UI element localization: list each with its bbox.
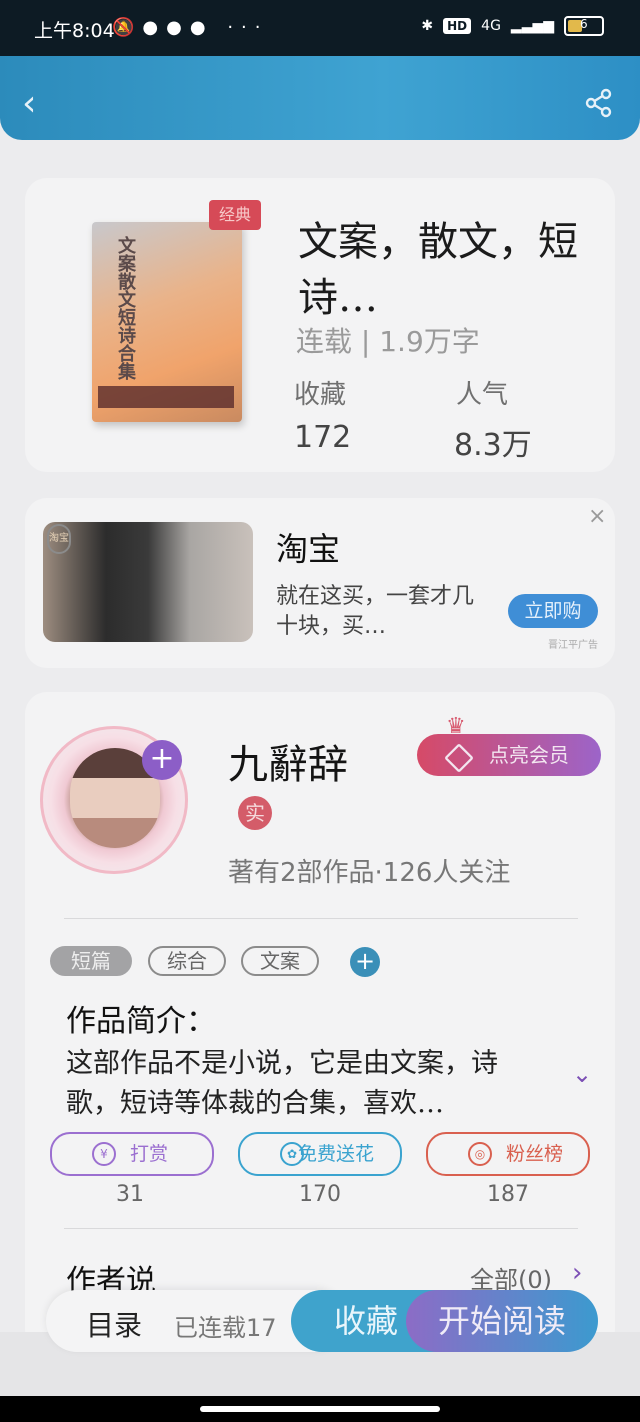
network-label: 4G — [481, 18, 501, 34]
author-stats: 著有2部作品·126人关注 — [228, 858, 511, 888]
bluetooth-icon: ✱ — [421, 18, 434, 34]
hd-badge: HD — [443, 18, 472, 34]
vip-button[interactable]: 点亮会员 — [417, 734, 601, 776]
user-icon: ◎ — [468, 1142, 492, 1166]
book-badge: 经典 — [209, 200, 261, 230]
ad-image[interactable]: 淘宝 — [43, 522, 253, 642]
stat-value-favorites: 172 — [294, 420, 352, 455]
back-icon[interactable]: ‹ — [22, 86, 36, 122]
book-cover[interactable]: 文案散文短诗合集 — [92, 222, 242, 422]
ad-image-tag: 淘宝 — [47, 524, 71, 554]
book-title: 文案，散文，短诗… — [298, 219, 578, 321]
yen-icon: ¥ — [92, 1142, 116, 1166]
battery-icon: 6 — [564, 16, 604, 36]
chevron-right-icon[interactable]: › — [572, 1258, 582, 1288]
app-icon: ● — [166, 17, 190, 38]
start-reading-button[interactable]: 开始阅读 — [406, 1290, 598, 1352]
fan-ranking-button[interactable]: ◎ 粉丝榜 — [426, 1132, 590, 1176]
author-name[interactable]: 九辭辞 — [228, 732, 348, 790]
catalog-status: 已连载17 — [174, 1314, 277, 1342]
follow-plus-icon[interactable]: + — [142, 740, 182, 780]
app-icon: ● — [142, 17, 167, 38]
fan-count: 187 — [487, 1182, 529, 1207]
real-name-badge: 实 — [238, 796, 272, 830]
catalog-label: 目录 — [86, 1309, 143, 1342]
tip-count: 31 — [116, 1182, 144, 1207]
signal-icon: ▂▃▅▆ — [510, 18, 554, 34]
close-icon[interactable]: × — [588, 504, 606, 529]
status-time: 上午8:04 — [34, 20, 115, 42]
share-icon[interactable] — [584, 88, 614, 118]
tag-short[interactable]: 短篇 — [50, 946, 132, 976]
divider — [64, 1228, 578, 1229]
stat-value-popularity: 8.3万 — [454, 428, 532, 463]
intro-text[interactable]: 这部作品不是小说，它是由文案，诗歌，短诗等体裁的合集，喜欢… — [66, 1044, 546, 1124]
ad-buy-button[interactable]: 立即购 — [508, 594, 598, 628]
cover-strip — [98, 386, 234, 408]
notification-icons: 🔕●●● ··· — [112, 17, 268, 38]
flower-count: 170 — [299, 1182, 341, 1207]
app-icon: ● — [189, 17, 214, 38]
home-indicator — [0, 1396, 640, 1422]
top-header: ‹ — [0, 56, 640, 140]
chevron-down-icon[interactable]: ⌄ — [572, 1060, 592, 1088]
tip-button[interactable]: ¥ 打赏 — [50, 1132, 214, 1176]
ad-note: 晋江平广告 — [548, 640, 598, 651]
status-bar: 上午8:04 🔕●●● ··· ✱ HD 4G ▂▃▅▆ 6 — [0, 0, 640, 56]
divider — [64, 918, 578, 919]
ad-title: 淘宝 — [276, 530, 341, 568]
book-status: 连载 | 1.9万字 — [296, 325, 480, 358]
cover-title: 文案散文短诗合集 — [115, 236, 136, 380]
tag-general[interactable]: 综合 — [148, 946, 226, 976]
diamond-icon — [444, 743, 474, 773]
add-tag-icon[interactable]: + — [350, 947, 380, 977]
stat-label-popularity: 人气 — [456, 380, 509, 410]
tag-copywriting[interactable]: 文案 — [241, 946, 319, 976]
intro-heading: 作品简介： — [66, 1004, 216, 1039]
stat-label-favorites: 收藏 — [294, 380, 347, 410]
more-dots: ··· — [227, 17, 269, 38]
mute-bell-icon: 🔕 — [112, 17, 143, 38]
status-right: ✱ HD 4G ▂▃▅▆ 6 — [421, 16, 604, 36]
ad-description: 就在这买，一套才几十块，买… — [276, 584, 475, 639]
send-flower-button[interactable]: ✿ 免费送花 — [238, 1132, 402, 1176]
